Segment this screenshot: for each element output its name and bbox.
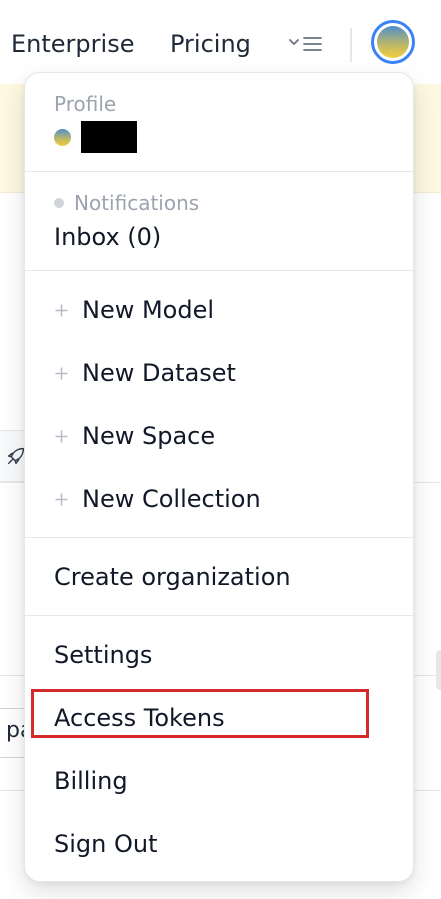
menu-divider xyxy=(25,615,413,616)
new-space-item[interactable]: New Space xyxy=(54,420,215,452)
user-dropdown-menu: Profile Notifications Inbox (0) New Mode… xyxy=(24,72,414,882)
new-model-label: New Model xyxy=(82,296,215,324)
user-avatar-button[interactable] xyxy=(371,20,415,64)
billing-item[interactable]: Billing xyxy=(54,765,128,797)
new-collection-item[interactable]: New Collection xyxy=(54,483,261,515)
scrollbar[interactable] xyxy=(436,650,441,690)
new-model-item[interactable]: New Model xyxy=(54,294,214,326)
notification-dot-icon xyxy=(54,198,64,208)
profile-caption: Profile xyxy=(54,92,117,116)
plus-icon xyxy=(55,493,68,505)
notifications-label: Notifications xyxy=(74,191,200,215)
chevron-list-icon xyxy=(289,37,322,51)
create-organization-item[interactable]: Create organization xyxy=(54,561,291,593)
menu-divider xyxy=(25,537,413,538)
plus-icon xyxy=(55,304,68,316)
page: pa Enterprise Pricing Profile Notificati… xyxy=(0,0,441,899)
more-menu-button[interactable] xyxy=(287,31,327,59)
new-dataset-item[interactable]: New Dataset xyxy=(54,357,236,389)
plus-icon xyxy=(55,367,68,379)
plus-icon xyxy=(55,430,68,442)
nav-pricing[interactable]: Pricing xyxy=(170,28,251,60)
nav-enterprise[interactable]: Enterprise xyxy=(11,28,134,60)
profile-link[interactable] xyxy=(54,121,137,153)
new-collection-label: New Collection xyxy=(82,485,261,513)
inbox-link[interactable]: Inbox (0) xyxy=(54,221,161,253)
new-dataset-label: New Dataset xyxy=(82,359,236,387)
settings-item[interactable]: Settings xyxy=(54,639,152,671)
menu-divider xyxy=(25,171,413,172)
avatar-icon xyxy=(377,26,409,58)
menu-divider xyxy=(25,270,413,271)
access-tokens-highlight xyxy=(31,689,369,738)
redacted-username xyxy=(81,121,137,153)
notifications-caption: Notifications xyxy=(54,191,199,215)
sign-out-item[interactable]: Sign Out xyxy=(54,828,158,860)
profile-avatar-icon xyxy=(54,128,71,146)
new-space-label: New Space xyxy=(82,422,216,450)
nav-divider xyxy=(350,28,352,62)
